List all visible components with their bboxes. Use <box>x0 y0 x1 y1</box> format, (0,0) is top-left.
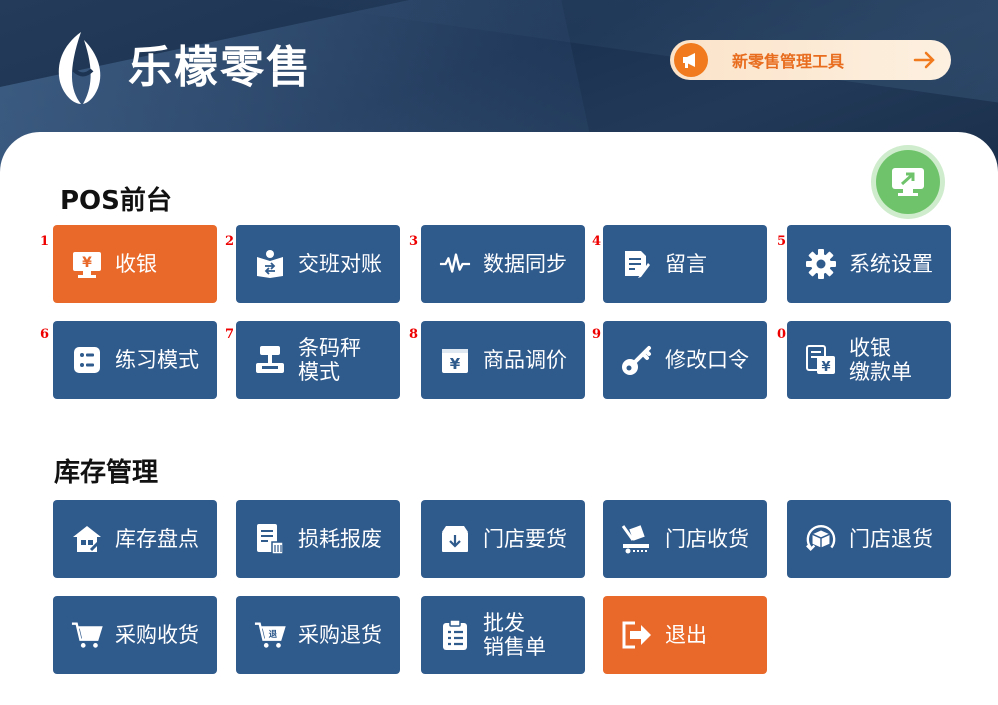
lemon-leaf-logo-icon <box>58 32 101 104</box>
megaphone-icon <box>674 43 708 77</box>
shortcut-number: 2 <box>225 234 235 249</box>
retail-tools-label: 新零售管理工具 <box>732 52 845 71</box>
shortcut-number: 4 <box>592 234 602 249</box>
tile-label: 留言 <box>665 252 707 276</box>
inventory-section-title: 库存管理 <box>54 458 159 488</box>
tile-change-password[interactable]: 修改口令 <box>603 321 767 399</box>
scale-icon <box>254 344 286 376</box>
tile-label: 交班对账 <box>298 252 382 276</box>
tile-label: 采购收货 <box>115 623 199 647</box>
retail-tools-link[interactable]: 新零售管理工具 <box>670 40 951 80</box>
tile-wholesale-order[interactable]: 批发 销售单 <box>421 596 585 674</box>
cashier-monitor-icon: ¥ <box>71 248 103 280</box>
tile-barcode-scale[interactable]: 条码秤 模式 <box>236 321 400 399</box>
payment-slip-icon: ¥ <box>805 344 837 376</box>
key-icon <box>621 344 653 376</box>
scrap-report-icon <box>254 523 286 555</box>
tile-label: 数据同步 <box>483 252 567 276</box>
note-edit-icon <box>621 248 653 280</box>
tile-label: 修改口令 <box>665 348 749 372</box>
tile-practice-mode[interactable]: 练习模式 <box>53 321 217 399</box>
tile-system-settings[interactable]: 系统设置 <box>787 225 951 303</box>
tile-label: 批发 销售单 <box>483 611 546 659</box>
tile-store-receive[interactable]: 门店收货 <box>603 500 767 578</box>
tile-label: 采购退货 <box>298 623 382 647</box>
tile-label: 损耗报废 <box>298 527 382 551</box>
cart-receive-icon <box>71 619 103 651</box>
monitor-share-icon <box>892 168 924 196</box>
tile-label: 收银 <box>115 252 157 276</box>
shortcut-number: 6 <box>40 327 50 342</box>
tile-price-adjust[interactable]: ¥ 商品调价 <box>421 321 585 399</box>
shortcut-number: 0 <box>777 327 787 342</box>
cart-return-icon: 退 <box>254 619 286 651</box>
screen-switch-button[interactable] <box>876 150 940 214</box>
exit-icon <box>621 619 653 651</box>
svg-text:退: 退 <box>269 629 278 639</box>
store-request-icon <box>439 523 471 555</box>
shortcut-number: 7 <box>225 327 235 342</box>
pulse-wave-icon <box>439 248 471 280</box>
tile-label: 条码秤 模式 <box>298 336 361 384</box>
tile-label: 练习模式 <box>115 348 199 372</box>
shortcut-number: 9 <box>592 327 602 342</box>
tile-data-sync[interactable]: 数据同步 <box>421 225 585 303</box>
gear-icon <box>805 248 837 280</box>
pos-section-title: POS前台 <box>60 186 172 216</box>
tile-message[interactable]: 留言 <box>603 225 767 303</box>
tile-purchase-return[interactable]: 退 采购退货 <box>236 596 400 674</box>
tile-scrap-report[interactable]: 损耗报废 <box>236 500 400 578</box>
svg-text:¥: ¥ <box>82 255 92 271</box>
tile-payment-slip[interactable]: ¥ 收银 缴款单 <box>787 321 951 399</box>
tile-stock-check[interactable]: 库存盘点 <box>53 500 217 578</box>
svg-text:¥: ¥ <box>450 355 461 373</box>
tile-cashier[interactable]: ¥ 收银 <box>53 225 217 303</box>
tile-label: 门店退货 <box>849 527 933 551</box>
tile-store-request[interactable]: 门店要货 <box>421 500 585 578</box>
tile-store-return[interactable]: 门店退货 <box>787 500 951 578</box>
tile-label: 商品调价 <box>483 348 567 372</box>
store-receive-icon <box>621 523 653 555</box>
tile-label: 系统设置 <box>849 252 933 276</box>
arrow-right-icon <box>913 51 935 69</box>
tile-label: 库存盘点 <box>115 527 199 551</box>
tile-label: 收银 缴款单 <box>849 336 912 384</box>
tile-label: 退出 <box>665 623 707 647</box>
brand-name: 乐檬零售 <box>128 42 312 93</box>
wholesale-list-icon <box>439 619 471 651</box>
shortcut-number: 5 <box>777 234 787 249</box>
store-return-icon <box>805 523 837 555</box>
tile-label: 门店要货 <box>483 527 567 551</box>
tile-label: 门店收货 <box>665 527 749 551</box>
warehouse-check-icon <box>71 523 103 555</box>
tile-purchase-receive[interactable]: 采购收货 <box>53 596 217 674</box>
practice-icon <box>71 344 103 376</box>
price-tag-icon: ¥ <box>439 344 471 376</box>
tile-exit[interactable]: 退出 <box>603 596 767 674</box>
svg-text:¥: ¥ <box>821 360 830 375</box>
shortcut-number: 3 <box>409 234 419 249</box>
tile-shift-handover[interactable]: 交班对账 <box>236 225 400 303</box>
shift-handover-icon <box>254 248 286 280</box>
shortcut-number: 8 <box>409 327 419 342</box>
shortcut-number: 1 <box>40 234 50 249</box>
